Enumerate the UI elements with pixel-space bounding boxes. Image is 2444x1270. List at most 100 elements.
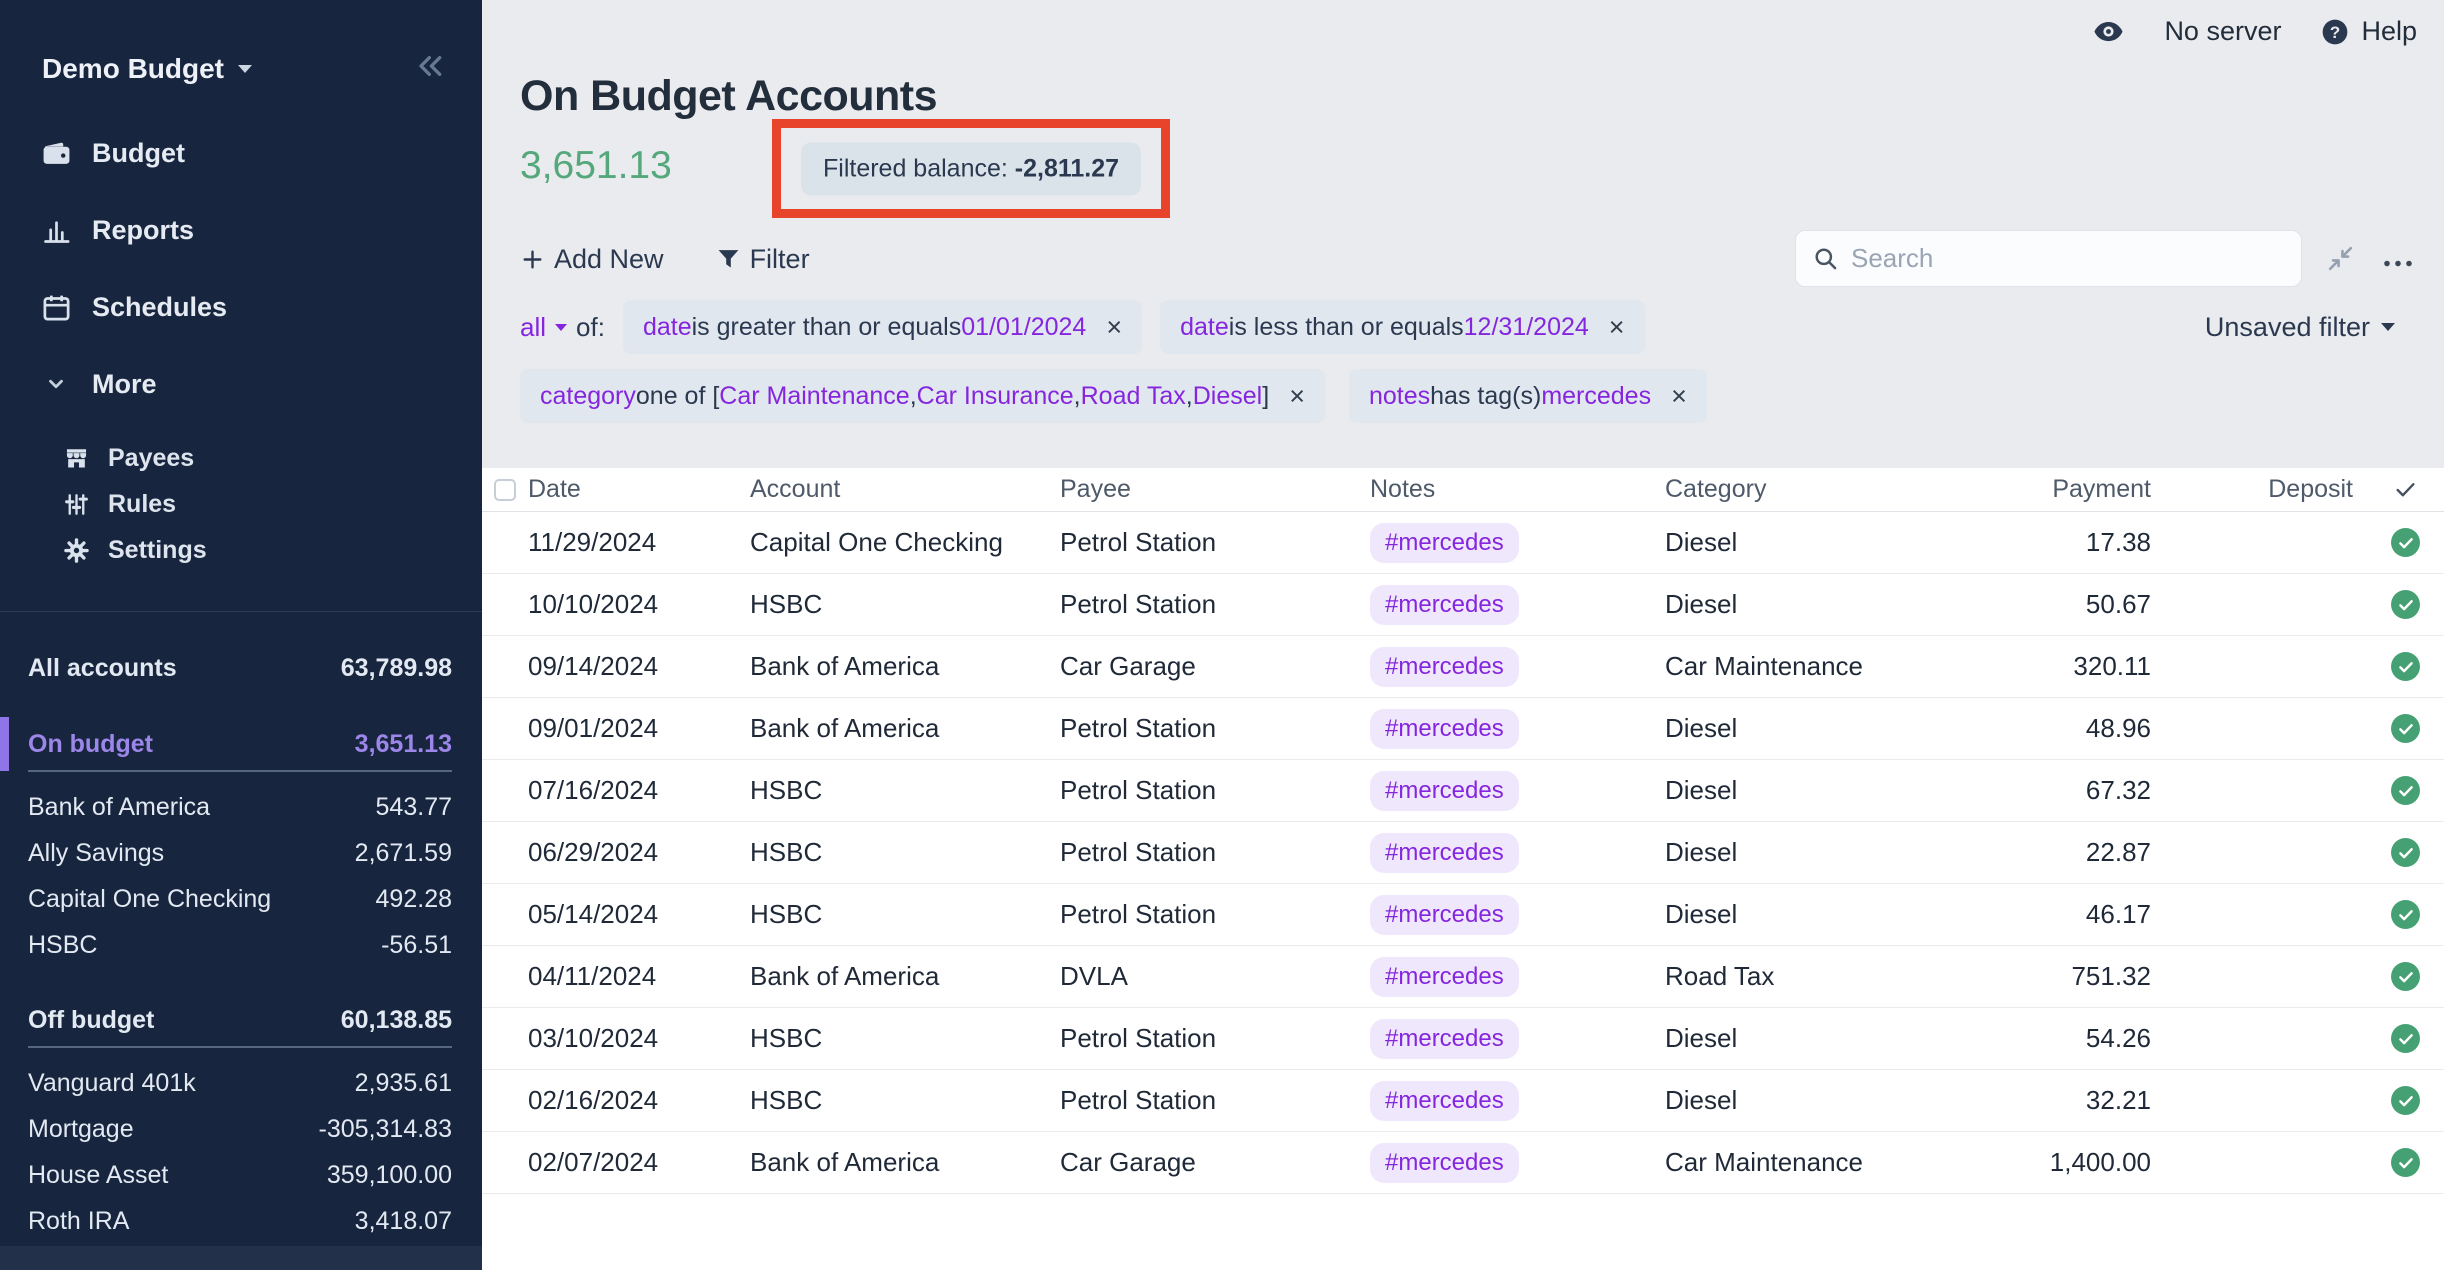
cell-notes: #mercedes: [1370, 833, 1665, 873]
filter-button[interactable]: Filter: [716, 244, 810, 275]
cleared-status-icon[interactable]: [2391, 776, 2420, 805]
column-header-account[interactable]: Account: [750, 475, 1060, 504]
sidebar-account-capital-one-checking[interactable]: Capital One Checking492.28: [28, 876, 452, 922]
sidebar-footer: [0, 1246, 482, 1270]
sidebar-account-roth-ira[interactable]: Roth IRA3,418.07: [28, 1198, 452, 1244]
sidebar-item-rules[interactable]: Rules: [0, 481, 482, 527]
remove-filter-icon[interactable]: ×: [1671, 381, 1687, 412]
cleared-status-icon[interactable]: [2391, 1148, 2420, 1177]
column-header-category[interactable]: Category: [1665, 475, 2007, 504]
bar-chart-icon: [40, 215, 72, 246]
sidebar-item-settings[interactable]: Settings: [0, 527, 482, 573]
search-input[interactable]: [1851, 243, 2251, 274]
cell-notes: #mercedes: [1370, 895, 1665, 935]
filter-condition-chip[interactable]: notes has tag(s) mercedes×: [1349, 369, 1707, 423]
table-row[interactable]: 03/10/2024HSBCPetrol Station#mercedesDie…: [482, 1008, 2444, 1070]
table-row[interactable]: 04/11/2024Bank of AmericaDVLA#mercedesRo…: [482, 946, 2444, 1008]
sidebar-item-reports[interactable]: Reports: [0, 208, 482, 252]
filter-match-selector[interactable]: all of:: [520, 312, 605, 343]
cell-cleared: [2367, 1024, 2444, 1053]
column-header-date[interactable]: Date: [528, 475, 750, 504]
filtered-balance-value: -2,811.27: [1015, 154, 1119, 182]
column-header-payee[interactable]: Payee: [1060, 475, 1370, 504]
account-balance: -305,314.83: [319, 1115, 452, 1144]
help-button[interactable]: ? Help: [2321, 16, 2417, 47]
sidebar-account-mortgage[interactable]: Mortgage-305,314.83: [28, 1106, 452, 1152]
note-tag[interactable]: #mercedes: [1370, 585, 1519, 625]
note-tag[interactable]: #mercedes: [1370, 1143, 1519, 1183]
table-row[interactable]: 09/01/2024Bank of AmericaPetrol Station#…: [482, 698, 2444, 760]
filter-condition-chip[interactable]: date is less than or equals 12/31/2024×: [1160, 300, 1644, 354]
column-header-payment[interactable]: Payment: [2007, 475, 2159, 504]
cleared-check-icon[interactable]: [2367, 477, 2444, 502]
filter-condition-chip[interactable]: date is greater than or equals 01/01/202…: [623, 300, 1142, 354]
server-status-label: No server: [2164, 16, 2281, 47]
note-tag[interactable]: #mercedes: [1370, 957, 1519, 997]
note-tag[interactable]: #mercedes: [1370, 1081, 1519, 1121]
table-row[interactable]: 06/29/2024HSBCPetrol Station#mercedesDie…: [482, 822, 2444, 884]
cell-category: Diesel: [1665, 589, 2007, 620]
remove-filter-icon[interactable]: ×: [1106, 312, 1122, 343]
cleared-status-icon[interactable]: [2391, 1024, 2420, 1053]
unsaved-filter-menu[interactable]: Unsaved filter: [2205, 300, 2395, 354]
table-row[interactable]: 07/16/2024HSBCPetrol Station#mercedesDie…: [482, 760, 2444, 822]
sidebar-account-bank-of-america[interactable]: Bank of America543.77: [28, 784, 452, 830]
privacy-eye-icon[interactable]: [2093, 20, 2124, 43]
wallet-icon: [40, 138, 72, 169]
budget-file-switcher[interactable]: Demo Budget: [42, 53, 252, 85]
table-row[interactable]: 09/14/2024Bank of AmericaCar Garage#merc…: [482, 636, 2444, 698]
sidebar-account-house-asset[interactable]: House Asset359,100.00: [28, 1152, 452, 1198]
cleared-status-icon[interactable]: [2391, 838, 2420, 867]
account-balance: 63,789.98: [341, 654, 452, 683]
note-tag[interactable]: #mercedes: [1370, 1019, 1519, 1059]
note-tag[interactable]: #mercedes: [1370, 523, 1519, 563]
sidebar-account-vanguard-401k[interactable]: Vanguard 401k2,935.61: [28, 1060, 452, 1106]
cleared-status-icon[interactable]: [2391, 590, 2420, 619]
cell-payment: 50.67: [2007, 589, 2159, 620]
cleared-status-icon[interactable]: [2391, 528, 2420, 557]
column-header-notes[interactable]: Notes: [1370, 475, 1665, 504]
table-row[interactable]: 05/14/2024HSBCPetrol Station#mercedesDie…: [482, 884, 2444, 946]
sidebar-account-ally-savings[interactable]: Ally Savings2,671.59: [28, 830, 452, 876]
note-tag[interactable]: #mercedes: [1370, 709, 1519, 749]
sidebar-account-hsbc[interactable]: HSBC-56.51: [28, 922, 452, 968]
sidebar-item-more[interactable]: More: [0, 362, 482, 406]
cleared-status-icon[interactable]: [2391, 714, 2420, 743]
server-status[interactable]: No server: [2164, 16, 2281, 47]
total-balance[interactable]: 3,651.13: [520, 144, 672, 188]
more-options-icon[interactable]: [2382, 256, 2414, 274]
note-tag[interactable]: #mercedes: [1370, 895, 1519, 935]
remove-filter-icon[interactable]: ×: [1609, 312, 1625, 343]
remove-filter-icon[interactable]: ×: [1289, 381, 1305, 412]
sidebar-item-payees[interactable]: Payees: [0, 435, 482, 481]
note-tag[interactable]: #mercedes: [1370, 647, 1519, 687]
cell-date: 04/11/2024: [528, 961, 750, 992]
cleared-status-icon[interactable]: [2391, 962, 2420, 991]
chevron-down-icon: [555, 324, 567, 331]
note-tag[interactable]: #mercedes: [1370, 771, 1519, 811]
account-label: Ally Savings: [28, 839, 164, 868]
cleared-status-icon[interactable]: [2391, 900, 2420, 929]
filter-condition-chip[interactable]: category one of [Car Maintenance, Car In…: [520, 369, 1325, 423]
sidebar-account-off-budget[interactable]: Off budget60,138.85: [28, 996, 452, 1044]
collapse-sidebar-icon[interactable]: [412, 50, 448, 87]
sidebar-account-all-accounts[interactable]: All accounts63,789.98: [28, 644, 452, 692]
cleared-status-icon[interactable]: [2391, 1086, 2420, 1115]
shrink-transactions-icon[interactable]: [2325, 243, 2356, 279]
table-row[interactable]: 11/29/2024Capital One CheckingPetrol Sta…: [482, 512, 2444, 574]
table-row[interactable]: 02/07/2024Bank of AmericaCar Garage#merc…: [482, 1132, 2444, 1194]
sidebar-account-on-budget[interactable]: On budget3,651.13: [28, 720, 452, 768]
add-new-button[interactable]: Add New: [520, 244, 664, 275]
note-tag[interactable]: #mercedes: [1370, 833, 1519, 873]
cleared-status-icon[interactable]: [2391, 652, 2420, 681]
filter-match-value[interactable]: all: [520, 312, 546, 343]
cell-date: 09/14/2024: [528, 651, 750, 682]
table-row[interactable]: 02/16/2024HSBCPetrol Station#mercedesDie…: [482, 1070, 2444, 1132]
table-row[interactable]: 10/10/2024HSBCPetrol Station#mercedesDie…: [482, 574, 2444, 636]
filtered-balance-pill[interactable]: Filtered balance: -2,811.27: [801, 142, 1141, 195]
cell-category: Diesel: [1665, 899, 2007, 930]
sidebar-item-budget[interactable]: Budget: [0, 131, 482, 175]
sidebar-item-schedules[interactable]: Schedules: [0, 285, 482, 329]
select-all-checkbox[interactable]: [494, 479, 516, 501]
column-header-deposit[interactable]: Deposit: [2159, 475, 2367, 504]
